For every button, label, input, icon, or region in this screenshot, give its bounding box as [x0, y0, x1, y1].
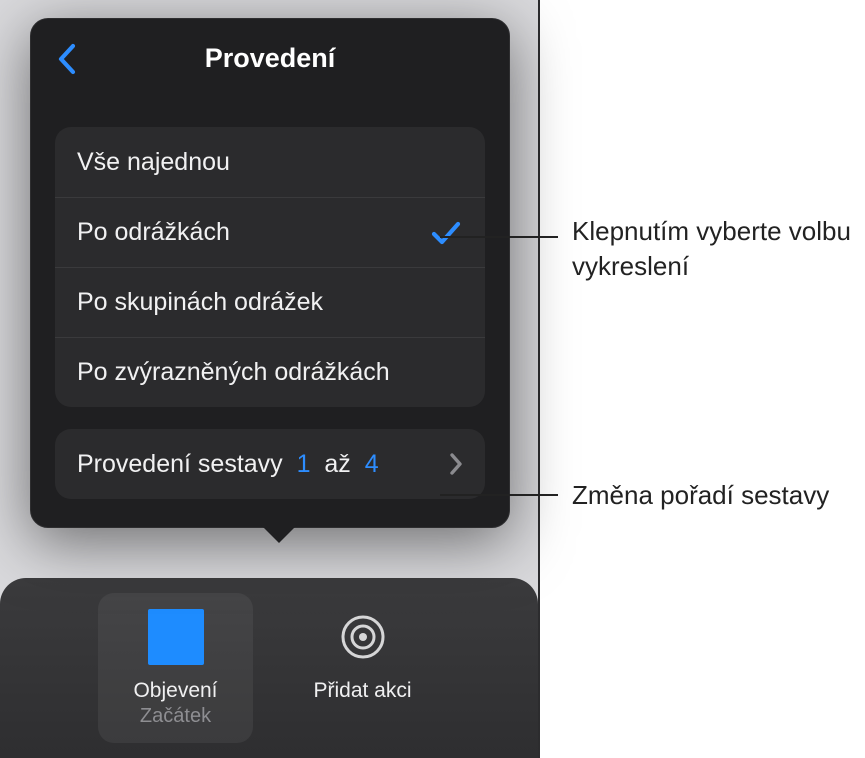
option-row[interactable]: Vše najednou	[55, 127, 485, 197]
callout-line	[440, 494, 558, 496]
sequence-row[interactable]: Provedení sestavy 1 až 4	[55, 429, 485, 499]
toolbar-item-add-action[interactable]: Přidat akci	[285, 593, 440, 743]
toolbar-item-title: Objevení	[133, 679, 217, 703]
target-icon	[335, 609, 391, 665]
callout-text: Změna pořadí sestavy	[572, 478, 865, 513]
toolbar-add-label: Přidat akci	[313, 679, 411, 703]
toolbar-item-appear[interactable]: Objevení Začátek	[98, 593, 253, 743]
chevron-right-icon	[449, 452, 463, 476]
option-row[interactable]: Po skupinách odrážek	[55, 267, 485, 337]
sequence-group: Provedení sestavy 1 až 4	[55, 429, 485, 499]
delivery-options-group: Vše najednou Po odrážkách Po skupinách o…	[55, 127, 485, 407]
sequence-label: Provedení sestavy 1 až 4	[77, 448, 379, 481]
toolbar-item-sub: Začátek	[140, 705, 211, 728]
option-label: Po skupinách odrážek	[77, 286, 323, 319]
callout-text: Klepnutím vyberte volbu vykreslení	[572, 214, 865, 284]
option-row[interactable]: Po odrážkách	[55, 197, 485, 267]
option-label: Po zvýrazněných odrážkách	[77, 356, 390, 389]
popover-title: Provedení	[205, 43, 336, 74]
callout-line	[440, 236, 558, 238]
bottom-toolbar: Objevení Začátek Přidat akci	[0, 578, 538, 758]
option-label: Po odrážkách	[77, 216, 230, 249]
device-frame: Objevení Začátek Přidat akci Provedení	[0, 0, 540, 758]
chevron-left-icon	[57, 43, 77, 75]
popover-header: Provedení	[31, 19, 509, 97]
option-row[interactable]: Po zvýrazněných odrážkách	[55, 337, 485, 407]
delivery-popover: Provedení Vše najednou Po odrážkách Po s…	[30, 18, 510, 528]
option-label: Vše najednou	[77, 146, 230, 179]
callouts: Klepnutím vyberte volbu vykreslení Změna…	[540, 0, 865, 758]
back-button[interactable]	[49, 41, 85, 77]
appear-swatch	[148, 609, 204, 665]
checkmark-icon	[429, 220, 463, 246]
